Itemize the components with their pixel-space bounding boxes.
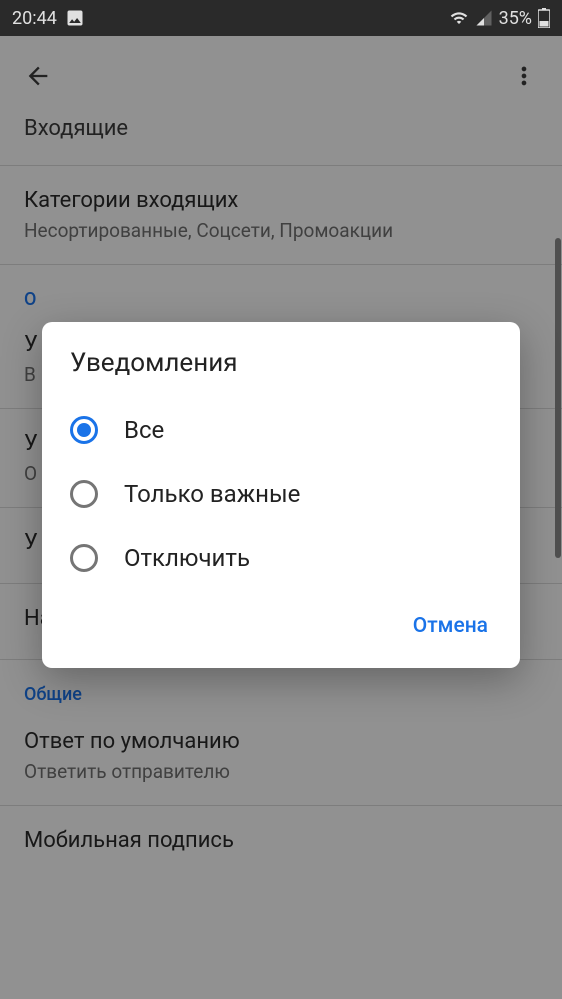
radio-label: Все bbox=[124, 416, 164, 444]
radio-label: Отключить bbox=[124, 544, 250, 572]
image-icon bbox=[65, 8, 85, 28]
signal-icon bbox=[475, 9, 493, 27]
radio-label: Только важные bbox=[124, 480, 300, 508]
dialog-actions: Отмена bbox=[42, 590, 520, 668]
status-battery-text: 35% bbox=[499, 8, 532, 29]
wifi-icon bbox=[449, 9, 469, 27]
radio-option-important[interactable]: Только важные bbox=[42, 462, 520, 526]
radio-option-all[interactable]: Все bbox=[42, 398, 520, 462]
radio-icon bbox=[70, 416, 98, 444]
dialog-title: Уведомления bbox=[42, 348, 520, 398]
cancel-button[interactable]: Отмена bbox=[409, 606, 492, 646]
status-time: 20:44 bbox=[12, 8, 57, 29]
status-bar: 20:44 35% bbox=[0, 0, 562, 36]
radio-option-disable[interactable]: Отключить bbox=[42, 526, 520, 590]
battery-icon bbox=[538, 8, 550, 28]
radio-icon bbox=[70, 544, 98, 572]
radio-icon bbox=[70, 480, 98, 508]
notifications-dialog: Уведомления Все Только важные Отключить … bbox=[42, 322, 520, 668]
